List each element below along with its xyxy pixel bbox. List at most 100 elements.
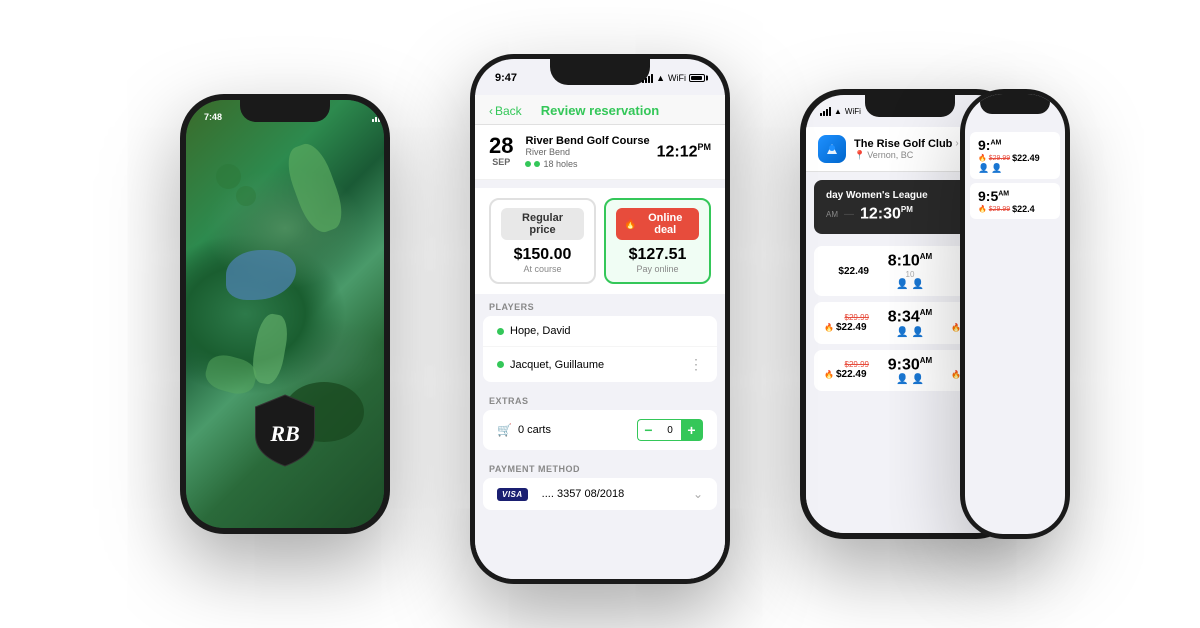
person-icon-6: 👤 [912,374,924,385]
league-time-row: AM — 12:30PM [826,205,961,223]
cart-icon: 🛒 [497,423,512,437]
deal-price-card[interactable]: 🔥 Online deal $127.51 Pay online [604,198,711,284]
payment-section-header: PAYMENT METHOD [475,456,725,478]
partial-time-list: 9:AM 🔥 $29.99 $22.49 👤 👤 9:5AM 🔥 [965,124,1065,223]
nav-title: Review reservation [541,103,660,118]
partial-price-final: $22.49 [1012,153,1040,163]
partial-icon-row: 👤 👤 [978,163,1052,174]
counter-minus-button[interactable]: − [637,419,659,441]
center-time: 9:47 [495,72,517,84]
phone-left: 7:48 ▲ [180,94,390,534]
price-options: Regular price $150.00 At course 🔥 Online… [475,188,725,294]
league-time-label: AM [826,210,838,219]
booking-header: 28 SEP River Bend Golf Course River Bend… [475,125,725,180]
date-number: 28 [489,135,513,157]
visa-badge: VISA [497,488,528,501]
deal-price-label: Pay online [616,264,699,274]
deal-price-header: 🔥 Online deal [616,208,699,240]
regular-price-header: Regular price [501,208,584,240]
partial-flame-icon-2: 🔥 [978,205,987,213]
extras-label: 🛒 0 carts [497,423,551,437]
holes-dot [525,161,531,167]
course-holes: 18 holes [525,159,649,169]
partial-notch [980,94,1050,114]
tee-time-center-1: 8:10AM 10 👤 👤 [869,252,951,290]
deal-price-amount: $127.51 [616,246,699,264]
tee-time-main-3: 9:30AM [888,356,932,374]
extras-section-header: EXTRAS [475,388,725,410]
partial-person-icon: 👤 [978,163,989,174]
counter-plus-button[interactable]: + [681,419,703,441]
landscape-detail-2 [216,164,241,189]
player-item-2: Jacquet, Guillaume ⋮ [483,347,717,382]
league-name: day Women's League [826,190,961,201]
date-month: SEP [489,157,513,167]
landscape-detail-3 [236,186,256,206]
deal-final-left: $22.49 [836,322,867,333]
person-icon-3: 👤 [896,327,908,338]
course-info: River Bend Golf Course River Bend 18 hol… [521,135,649,169]
scene: 7:48 ▲ [150,24,1050,604]
player-name-2: Jacquet, Guillaume [497,359,604,371]
course-name: River Bend Golf Course [525,135,649,147]
player-list: Hope, David Jacquet, Guillaume ⋮ [483,316,717,382]
extras-row: 🛒 0 carts − 0 + [483,410,717,450]
tee-price-left-3: $29.99 🔥 $22.49 [824,360,869,380]
counter-value: 0 [659,419,681,441]
date-block: 28 SEP [489,135,513,167]
tee-icons-1: 👤 👤 [896,279,924,290]
regular-price-amount: $150.00 [501,246,584,264]
league-info: day Women's League AM — 12:30PM [826,190,961,223]
tee-price-left-1: $22.49 [824,266,869,277]
payment-info: .... 3357 08/2018 [542,488,625,500]
player-dot-1 [497,328,504,335]
partial-price-final-2: $22.4 [1012,204,1035,214]
flame-icon-left: 🔥 [824,323,834,332]
league-start-time: 12:30PM [860,205,913,223]
player-dot-2 [497,361,504,368]
flame-icon-left-3: 🔥 [824,370,834,379]
partial-flame-icon: 🔥 [978,154,987,162]
holes-dot-2 [534,161,540,167]
player-menu-icon[interactable]: ⋮ [689,356,703,373]
flame-icon: 🔥 [624,219,636,230]
counter[interactable]: − 0 + [637,419,703,441]
rise-club-name: The Rise Golf Club [854,138,952,150]
partial-time-item-2: 9:5AM 🔥 $29.99 $22.4 [970,183,1060,219]
tee-time-center-3: 9:30AM 👤 👤 [869,356,951,385]
tee-time-center-2: 8:34AM 👤 👤 [869,308,951,337]
partial-deal-row-1: 🔥 $29.99 $22.49 [978,153,1052,163]
partial-time-item-1: 9:AM 🔥 $29.99 $22.49 👤 👤 [970,132,1060,179]
player-name-1: Hope, David [497,325,571,337]
tee-icons-2: 👤 👤 [896,327,924,338]
partial-deal-row-2: 🔥 $29.99 $22.4 [978,204,1052,214]
center-status-bar: 9:47 ▲ WiFi [495,67,705,89]
nav-bar: ‹ Back Review reservation [475,95,725,125]
center-content: ‹ Back Review reservation 28 SEP River B… [475,95,725,579]
left-phone-time: 7:48 [204,112,222,122]
regular-price-label: At course [501,264,584,274]
location-icon: 📍 [854,150,865,161]
rise-logo-area: The Rise Golf Club › 📍 Vernon, BC [818,135,959,163]
partial-right-phone: 9:AM 🔥 $29.99 $22.49 👤 👤 9:5AM 🔥 [960,89,1070,539]
tee-time-main-1: 8:10AM [888,252,932,270]
back-button[interactable]: ‹ Back [489,104,522,118]
tee-price-left-2: $29.99 🔥 $22.49 [824,313,869,333]
partial-inner: 9:AM 🔥 $29.99 $22.49 👤 👤 9:5AM 🔥 [965,94,1065,534]
partial-deal-price: $29.99 [989,155,1010,162]
tee-spots-1: 10 [906,270,915,279]
phone-center: 9:47 ▲ WiFi ‹ [470,54,730,584]
partial-time-val-2: 9:5AM [978,188,1052,204]
chevron-down-icon: ⌄ [693,487,703,501]
chevron-right-icon: › [955,138,958,149]
tee-time-main-2: 8:34AM [888,308,932,326]
person-icon-4: 👤 [912,327,924,338]
deal-price-strike-left-3: $29.99 [824,360,869,369]
rise-logo [818,135,846,163]
deal-final-left-3: $22.49 [836,369,867,380]
booking-date: 28 SEP River Bend Golf Course River Bend… [489,135,650,169]
regular-price-card[interactable]: Regular price $150.00 At course [489,198,596,284]
payment-row[interactable]: VISA .... 3357 08/2018 ⌄ [483,478,717,510]
tee-icons-3: 👤 👤 [896,374,924,385]
svg-text:RB: RB [269,421,299,446]
